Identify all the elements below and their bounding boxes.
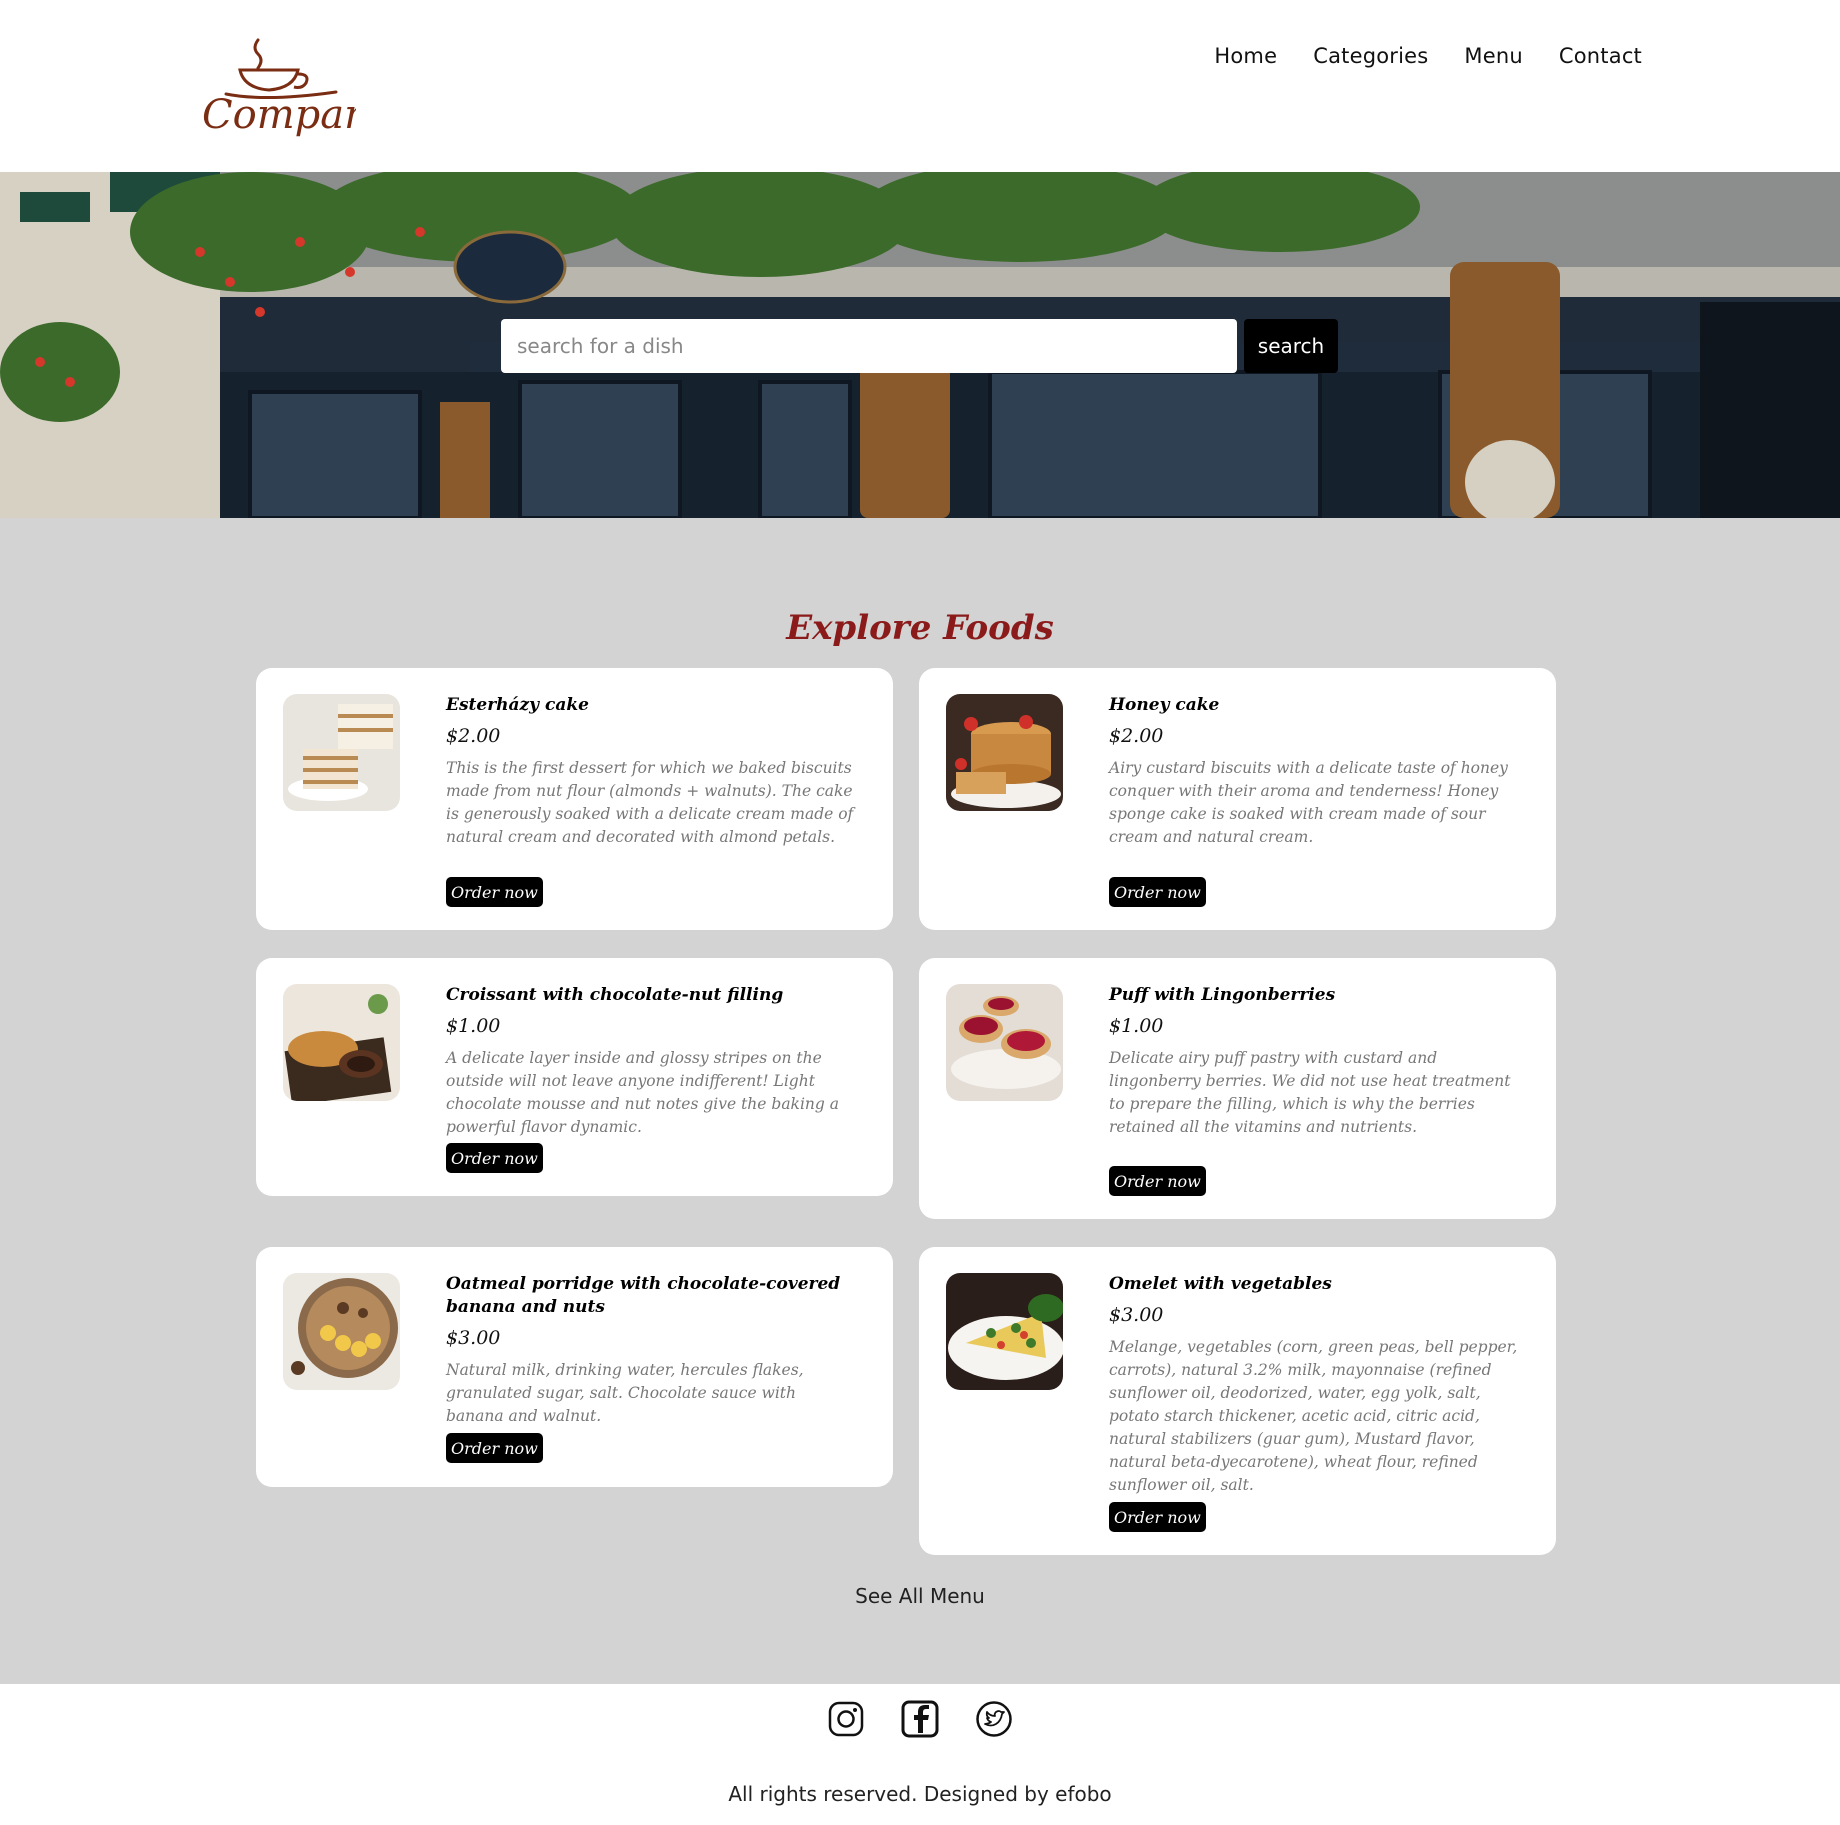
- order-now-button[interactable]: Order now: [1109, 1166, 1206, 1196]
- food-description: Melange, vegetables (corn, green peas, b…: [1109, 1338, 1518, 1494]
- facebook-icon[interactable]: [901, 1700, 939, 1738]
- search-input[interactable]: [501, 319, 1237, 373]
- nav-categories[interactable]: Categories: [1313, 44, 1428, 68]
- instagram-icon[interactable]: [827, 1700, 865, 1738]
- food-card: Esterházy cake $2.00 This is the first d…: [256, 668, 893, 930]
- order-now-button[interactable]: Order now: [446, 1143, 543, 1173]
- twitter-icon[interactable]: [975, 1700, 1013, 1738]
- food-card: Omelet with vegetables $3.00 Melange, ve…: [919, 1247, 1556, 1555]
- site-header: Company Home Categories Menu Contact: [0, 0, 1840, 172]
- honey-cake-image: [946, 694, 1063, 811]
- order-now-button[interactable]: Order now: [1109, 877, 1206, 907]
- food-description: A delicate layer inside and glossy strip…: [446, 1049, 839, 1136]
- explore-foods-section: Explore Foods Esterházy cake $2.00 This …: [0, 518, 1840, 1684]
- food-name: Omelet with vegetables: [1109, 1274, 1332, 1294]
- search-button[interactable]: search: [1244, 319, 1338, 373]
- copyright-text: All rights reserved. Designed by efobo: [728, 1782, 1112, 1806]
- food-price: $2.00: [446, 725, 501, 747]
- order-now-button[interactable]: Order now: [446, 877, 543, 907]
- food-card: Croissant with chocolate-nut filling $1.…: [256, 958, 893, 1196]
- food-price: $1.00: [1109, 1015, 1164, 1037]
- company-logo[interactable]: Company: [196, 28, 394, 138]
- nav-contact[interactable]: Contact: [1559, 44, 1642, 68]
- food-card: Puff with Lingonberries $1.00 Delicate a…: [919, 958, 1556, 1219]
- layered-cake-image: [283, 694, 400, 811]
- food-description: Natural milk, drinking water, hercules f…: [446, 1361, 804, 1425]
- food-price: $2.00: [1109, 725, 1164, 747]
- social-links: [0, 1700, 1840, 1738]
- porridge-bowl-image: [283, 1273, 400, 1390]
- nav-menu[interactable]: Menu: [1464, 44, 1522, 68]
- section-title: Explore Foods: [786, 608, 1054, 648]
- hero-banner: search: [0, 172, 1840, 518]
- site-footer: All rights reserved. Designed by efobo: [0, 1684, 1840, 1825]
- main-nav: Home Categories Menu Contact: [1214, 44, 1642, 68]
- food-name: Croissant with chocolate-nut filling: [446, 985, 784, 1005]
- food-price: $3.00: [1109, 1304, 1164, 1326]
- croissant-image: [283, 984, 400, 1101]
- food-description: Airy custard biscuits with a delicate ta…: [1109, 759, 1508, 846]
- food-name: Honey cake: [1109, 695, 1220, 715]
- order-now-button[interactable]: Order now: [446, 1433, 543, 1463]
- berry-tart-image: [946, 984, 1063, 1101]
- order-now-button[interactable]: Order now: [1109, 1502, 1206, 1532]
- food-name: Puff with Lingonberries: [1109, 985, 1336, 1005]
- nav-home[interactable]: Home: [1214, 44, 1277, 68]
- food-name: Oatmeal porridge with chocolate-covered …: [446, 1274, 841, 1317]
- svg-text:Company: Company: [202, 92, 356, 138]
- search-bar: search: [501, 319, 1338, 373]
- food-card: Oatmeal porridge with chocolate-covered …: [256, 1247, 893, 1487]
- food-card: Honey cake $2.00 Airy custard biscuits w…: [919, 668, 1556, 930]
- food-name: Esterházy cake: [446, 695, 589, 715]
- food-description: This is the first dessert for which we b…: [446, 759, 854, 846]
- see-all-menu-link[interactable]: See All Menu: [855, 1584, 985, 1608]
- food-price: $1.00: [446, 1015, 501, 1037]
- see-all-menu: See All Menu: [0, 1584, 1840, 1608]
- omelet-plate-image: [946, 1273, 1063, 1390]
- food-price: $3.00: [446, 1327, 501, 1349]
- food-description: Delicate airy puff pastry with custard a…: [1109, 1049, 1511, 1136]
